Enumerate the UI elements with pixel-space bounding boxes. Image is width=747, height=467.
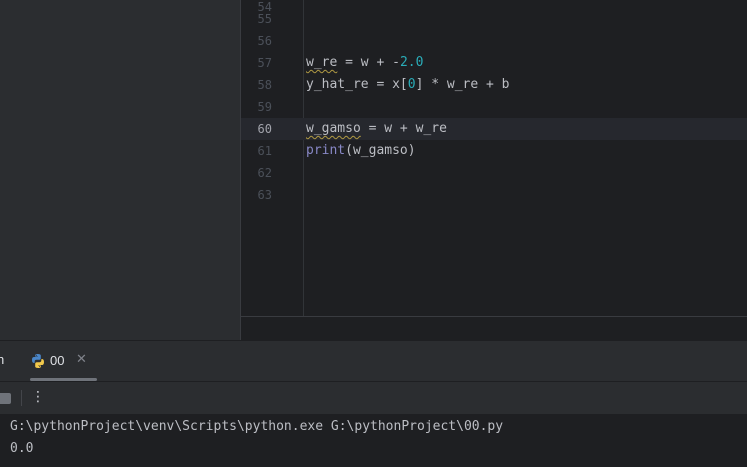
code-token: ] * w_re + b: [415, 77, 510, 92]
line-number[interactable]: 62: [241, 162, 272, 184]
console-output[interactable]: G:\pythonProject\venv\Scripts\python.exe…: [0, 415, 747, 467]
number-token: 2.0: [399, 55, 424, 70]
tool-window-title[interactable]: n: [0, 352, 4, 367]
python-icon: [32, 354, 44, 368]
code-token: = w + -: [337, 55, 400, 70]
code-line[interactable]: 56: [241, 30, 747, 52]
console-output-line[interactable]: 0.0: [10, 438, 33, 460]
code-token: (w_gamso): [345, 143, 416, 158]
project-panel: [0, 0, 240, 340]
code-text[interactable]: w_re = w + -2.0: [306, 52, 423, 74]
close-icon[interactable]: ✕: [76, 352, 87, 367]
number-token: 0: [407, 77, 416, 92]
toolbar-divider: [21, 390, 22, 406]
run-tool-window: n 00 ✕ ⋮ G:\pythonProject\venv\Scripts\p…: [0, 340, 747, 467]
line-number[interactable]: 58: [241, 74, 272, 96]
more-vertical-icon[interactable]: ⋮: [30, 387, 46, 407]
warning-token[interactable]: w_gamso: [306, 121, 361, 136]
code-line[interactable]: 62: [241, 162, 747, 184]
line-number[interactable]: 60: [241, 118, 272, 140]
code-line[interactable]: 55: [241, 8, 747, 30]
line-number[interactable]: 55: [241, 8, 272, 30]
code-text[interactable]: w_gamso = w + w_re: [306, 118, 447, 140]
current-code-line[interactable]: 60 w_gamso = w + w_re: [241, 118, 747, 140]
line-number[interactable]: 63: [241, 184, 272, 206]
line-number[interactable]: 56: [241, 30, 272, 52]
active-tab-indicator: [30, 378, 97, 381]
stop-icon[interactable]: [0, 393, 11, 404]
code-line[interactable]: 58 y_hat_re = x[0] * w_re + b: [241, 74, 747, 96]
code-token: y_hat_re = x[: [306, 77, 408, 92]
code-line[interactable]: 61 print(w_gamso): [241, 140, 747, 162]
tab-label: 00: [50, 353, 65, 368]
code-editor[interactable]: 54 55 56 57 w_re = w + -2.0 58 y_hat_re …: [241, 0, 747, 340]
console-toolbar: ⋮: [0, 382, 747, 415]
warning-token[interactable]: w_re: [306, 55, 337, 70]
line-number[interactable]: 57: [241, 52, 272, 74]
line-number[interactable]: 59: [241, 96, 272, 118]
code-text[interactable]: y_hat_re = x[0] * w_re + b: [306, 74, 510, 96]
code-line[interactable]: 59: [241, 96, 747, 118]
tab-strip: n 00 ✕: [0, 341, 747, 382]
editor-bottom-area: [241, 316, 747, 340]
builtin-token: print: [306, 143, 346, 158]
code-text[interactable]: print(w_gamso): [306, 140, 416, 162]
line-number[interactable]: 61: [241, 140, 272, 162]
code-line[interactable]: 63: [241, 184, 747, 206]
tab-run-00[interactable]: 00 ✕: [20, 341, 97, 381]
code-line[interactable]: 57 w_re = w + -2.0: [241, 52, 747, 74]
code-token: = w + w_re: [360, 121, 447, 136]
console-command-line[interactable]: G:\pythonProject\venv\Scripts\python.exe…: [10, 416, 503, 438]
